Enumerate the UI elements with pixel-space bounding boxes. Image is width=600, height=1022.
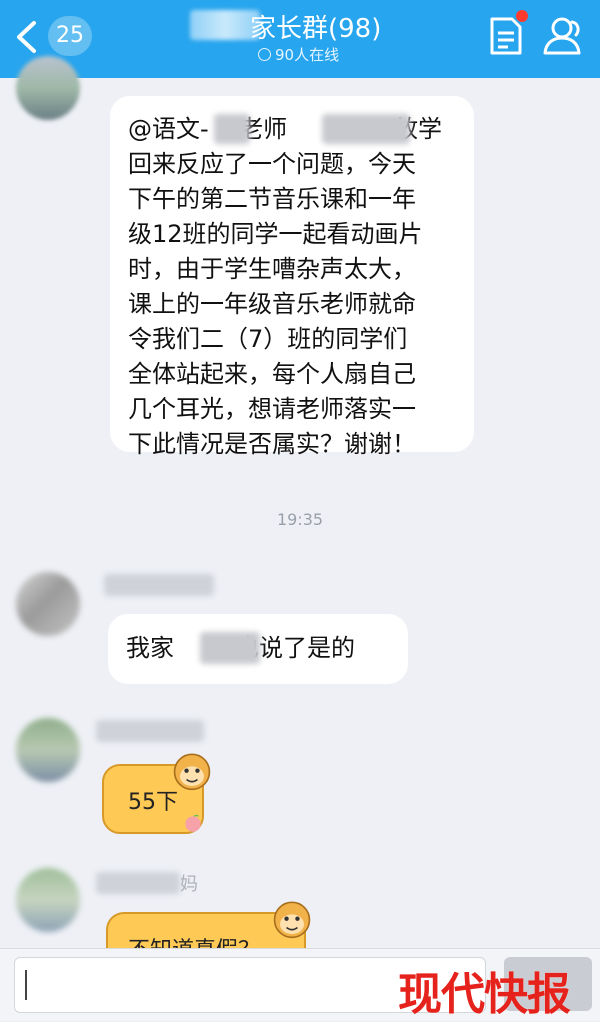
group-title[interactable]: 家长群(98): [250, 8, 381, 45]
monkey-sticker-icon: [273, 901, 311, 939]
notification-dot: [516, 10, 528, 22]
message-text: @语文- 老师 放学 回来反应了一个问题，今天 下午的第二节音乐课和一年 级12…: [128, 115, 442, 458]
message-bubble[interactable]: 我家 也说了是的: [108, 614, 408, 684]
unread-count-badge: 25: [48, 16, 92, 56]
sender-name-suffix: 妈: [180, 874, 198, 895]
redaction-patch: [322, 114, 410, 144]
redaction-patch: [200, 632, 260, 664]
back-chevron-icon: [17, 21, 36, 53]
redaction-patch: [214, 114, 250, 144]
message-bubble[interactable]: @语文- 老师 放学 回来反应了一个问题，今天 下午的第二节音乐课和一年 级12…: [110, 96, 474, 458]
avatar[interactable]: [16, 718, 80, 782]
sender-name-redaction: [96, 720, 204, 742]
avatar[interactable]: [16, 572, 80, 636]
online-status: 90人在线: [258, 44, 339, 65]
timestamp: 19:35: [276, 510, 324, 529]
online-count: 90人在线: [275, 46, 340, 64]
peach-icon: [185, 814, 201, 832]
monkey-sticker-icon: [173, 753, 211, 791]
document-icon[interactable]: [488, 16, 524, 56]
sender-name-redaction: [96, 872, 180, 894]
text-cursor: [25, 970, 27, 1000]
back-button[interactable]: 25: [10, 14, 92, 60]
online-icon: [258, 48, 271, 61]
watermark-logo: 现代快报: [398, 969, 571, 1020]
avatar[interactable]: [16, 56, 80, 120]
contacts-icon[interactable]: [542, 16, 586, 56]
chat-header: 25 家长群(98) 90人在线: [0, 0, 600, 78]
avatar[interactable]: [16, 868, 80, 932]
sender-name-redaction: [104, 574, 214, 596]
